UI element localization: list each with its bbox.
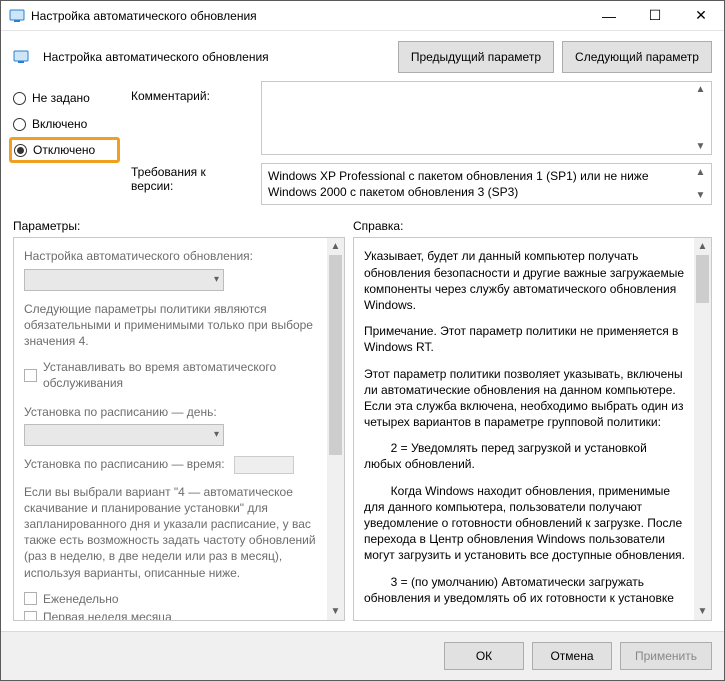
setting-icon [13, 49, 29, 65]
scrollbar[interactable]: ▲ ▼ [694, 238, 711, 620]
radio-disabled[interactable]: Отключено [9, 137, 120, 163]
state-radio-group: Не задано Включено Отключено [13, 81, 121, 205]
scroll-down-icon[interactable]: ▼ [694, 603, 711, 620]
install-time-dropdown[interactable] [234, 456, 294, 474]
chevron-down-icon: ▾ [214, 428, 219, 442]
scroll-down-icon[interactable]: ▼ [327, 603, 344, 620]
comment-textarea[interactable]: ▲ ▼ [261, 81, 712, 155]
header: Настройка автоматического обновления Пре… [1, 31, 724, 81]
scroll-up-icon[interactable]: ▲ [327, 238, 344, 255]
help-p2: Примечание. Этот параметр политики не пр… [364, 323, 687, 355]
install-time-label: Установка по расписанию — время: [24, 457, 225, 471]
parameters-panel: Настройка автоматического обновления: ▾ … [13, 237, 345, 621]
requirements-label: Требования к версии: [131, 165, 251, 193]
scroll-thumb[interactable] [696, 255, 709, 303]
maximize-button[interactable]: ☐ [632, 1, 678, 31]
ok-button[interactable]: ОК [444, 642, 524, 670]
close-button[interactable]: ✕ [678, 1, 724, 31]
setting-title: Настройка автоматического обновления [43, 50, 269, 64]
radio-icon [14, 144, 27, 157]
scroll-up-icon[interactable]: ▲ [692, 166, 709, 180]
help-opt2-head: 2 = Уведомлять перед загрузкой и установ… [364, 440, 687, 472]
scroll-thumb[interactable] [329, 255, 342, 455]
scrollbar[interactable]: ▲ ▼ [327, 238, 344, 620]
scroll-down-icon[interactable]: ▼ [692, 189, 709, 203]
parameters-label: Параметры: [13, 219, 353, 233]
radio-enabled[interactable]: Включено [13, 111, 121, 137]
checkbox-icon[interactable] [24, 369, 37, 382]
chevron-down-icon: ▾ [214, 273, 219, 287]
apply-button[interactable]: Применить [620, 642, 712, 670]
policy-editor-window: Настройка автоматического обновления — ☐… [0, 0, 725, 681]
scroll-up-icon[interactable]: ▲ [694, 238, 711, 255]
radio-icon [13, 118, 26, 131]
minimize-button[interactable]: — [586, 1, 632, 31]
help-p1: Указывает, будет ли данный компьютер пол… [364, 248, 687, 313]
scroll-up-icon[interactable]: ▲ [692, 84, 709, 95]
app-icon [9, 8, 25, 24]
cb-weekly: Еженедельно [43, 591, 119, 607]
install-day-dropdown[interactable]: ▾ [24, 424, 224, 446]
options-note: Следующие параметры политики являются об… [24, 301, 320, 350]
options-heading: Настройка автоматического обновления: [24, 248, 320, 264]
scroll-down-icon[interactable]: ▼ [692, 141, 709, 152]
help-label: Справка: [353, 219, 403, 233]
panels-header: Параметры: Справка: [1, 213, 724, 237]
help-panel: Указывает, будет ли данный компьютер пол… [353, 237, 712, 621]
radio-label: Включено [32, 117, 87, 131]
help-opt3-head: 3 = (по умолчанию) Автоматически загружа… [364, 574, 687, 606]
radio-label: Отключено [33, 143, 95, 157]
cancel-button[interactable]: Отмена [532, 642, 612, 670]
radio-label: Не задано [32, 91, 90, 105]
previous-setting-button[interactable]: Предыдущий параметр [398, 41, 554, 73]
radio-icon [13, 92, 26, 105]
scrollbar[interactable]: ▲ ▼ [692, 166, 709, 202]
checkbox-icon[interactable] [24, 592, 37, 605]
checkbox-icon[interactable] [24, 611, 37, 620]
cb-auto-maintenance: Устанавливать во время автоматического о… [43, 359, 320, 391]
titlebar: Настройка автоматического обновления — ☐… [1, 1, 724, 31]
window-title: Настройка автоматического обновления [31, 9, 586, 23]
update-mode-dropdown[interactable]: ▾ [24, 269, 224, 291]
help-p3: Этот параметр политики позволяет указыва… [364, 366, 687, 431]
next-setting-button[interactable]: Следующий параметр [562, 41, 712, 73]
dialog-footer: ОК Отмена Применить [1, 631, 724, 680]
scrollbar[interactable]: ▲ ▼ [692, 84, 709, 152]
supported-on-text: Windows XP Professional с пакетом обновл… [268, 169, 649, 199]
install-day-label: Установка по расписанию — день: [24, 404, 320, 420]
cb-first-week: Первая неделя месяца [43, 609, 172, 620]
comment-label: Комментарий: [131, 89, 251, 103]
supported-on-box: Windows XP Professional с пакетом обновл… [261, 163, 712, 205]
variant4-note: Если вы выбрали вариант "4 — автоматичес… [24, 484, 320, 581]
help-opt2-body: Когда Windows находит обновления, примен… [364, 483, 687, 564]
radio-not-configured[interactable]: Не задано [13, 85, 121, 111]
